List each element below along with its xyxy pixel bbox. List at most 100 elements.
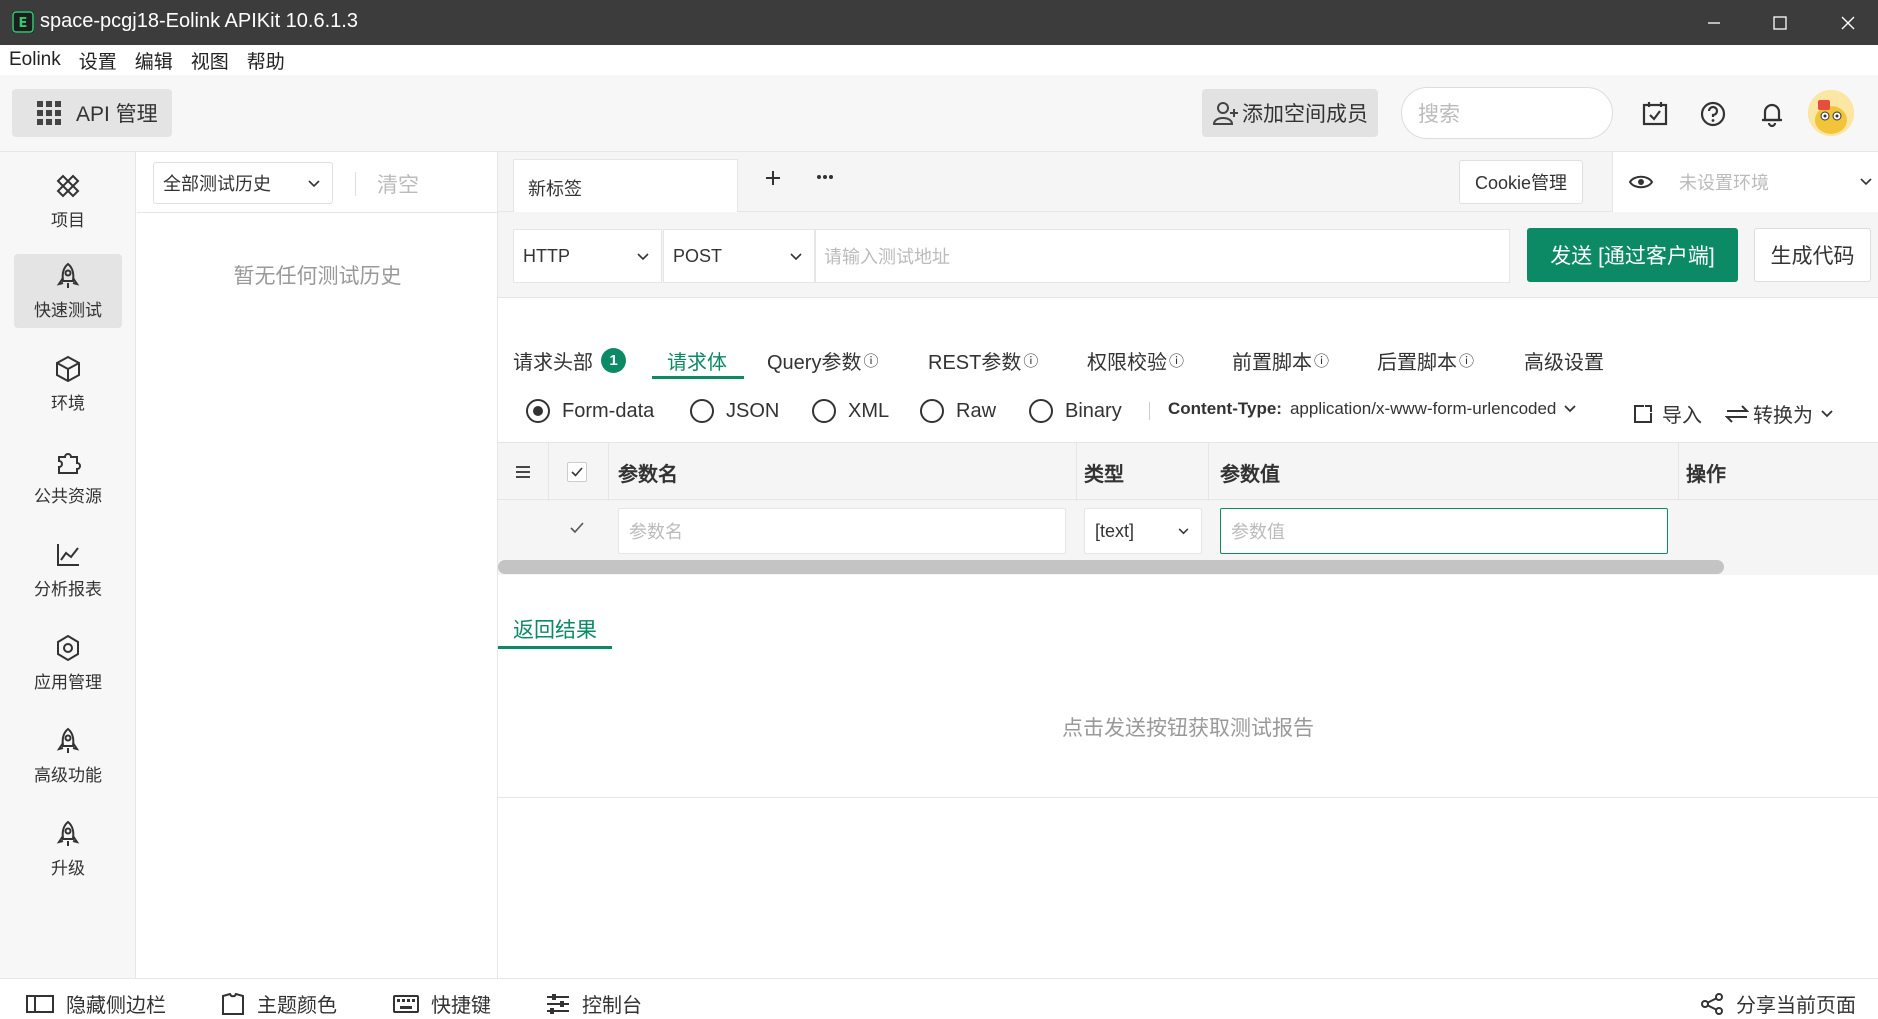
menu-settings[interactable]: 设置	[79, 47, 117, 74]
sidebar-item-label: 应用管理	[34, 673, 102, 692]
radio-xml[interactable]: XML	[812, 399, 889, 423]
history-filter-label: 全部测试历史	[163, 174, 271, 194]
menu-eolink[interactable]: Eolink	[9, 49, 61, 71]
radio-label: XML	[848, 399, 890, 422]
tab-request-body[interactable]: 请求体	[667, 346, 727, 375]
tab-label: Query参数	[767, 352, 862, 374]
content-type-select[interactable]: Content-Type: application/x-www-form-url…	[1168, 399, 1577, 419]
minimize-button[interactable]	[1684, 0, 1744, 45]
menu-help[interactable]: 帮助	[247, 47, 285, 74]
sidebar-item-app-management[interactable]: 应用管理	[14, 626, 122, 700]
tab-label: 请求头部	[513, 352, 593, 374]
sidebar-item-label: 快速测试	[34, 301, 102, 320]
theme-color-button[interactable]: 主题颜色	[221, 989, 337, 1018]
avatar[interactable]	[1808, 90, 1854, 136]
divider	[608, 443, 609, 501]
menu-icon	[516, 466, 530, 478]
shortcuts-button[interactable]: 快捷键	[393, 989, 491, 1018]
sidebar-item-project[interactable]: 项目	[14, 164, 122, 238]
url-input[interactable]: 请输入测试地址	[815, 229, 1510, 283]
divider	[1149, 402, 1150, 420]
menu-view[interactable]: 视图	[191, 47, 229, 74]
calendar-check-icon[interactable]	[1640, 99, 1670, 129]
method-select[interactable]: POST	[663, 229, 815, 283]
sidebar-item-quick-test[interactable]: 快速测试	[14, 254, 122, 328]
cookie-management-button[interactable]: Cookie管理	[1459, 160, 1583, 204]
active-tab-indicator	[652, 376, 744, 379]
history-filter-select[interactable]: 全部测试历史	[153, 162, 333, 204]
protocol-select[interactable]: HTTP	[513, 229, 662, 283]
check-icon	[571, 467, 583, 477]
sidebar-item-public-resources[interactable]: 公共资源	[14, 440, 122, 514]
tab-advanced-settings[interactable]: 高级设置	[1524, 346, 1604, 375]
tab-rest-params[interactable]: REST参数 ⓘ	[928, 346, 1038, 375]
tab-response-result[interactable]: 返回结果	[513, 614, 597, 644]
app-header: API 管理 添加空间成员 搜索	[0, 75, 1878, 152]
sidebar: 项目 快速测试 环境 公共资源 分析报表 应用管理 高级功能 升级	[0, 152, 136, 978]
search-input[interactable]: 搜索	[1401, 87, 1613, 139]
add-member-label: 添加空间成员	[1242, 103, 1368, 126]
checkbox	[567, 518, 587, 538]
param-name-input[interactable]: 参数名	[618, 508, 1066, 554]
sidebar-item-upgrade[interactable]: 升级	[14, 812, 122, 886]
console-button[interactable]: 控制台	[546, 989, 642, 1018]
params-table: 参数名 类型 参数值 操作 参数名 [text] 参数值	[498, 442, 1878, 575]
radio-binary[interactable]: Binary	[1029, 399, 1122, 423]
tab-label: 高级设置	[1524, 352, 1604, 374]
check-icon	[570, 522, 584, 534]
add-tab-button[interactable]	[764, 169, 782, 187]
radio-circle	[1029, 399, 1053, 423]
share-page-button[interactable]: 分享当前页面	[1700, 989, 1856, 1018]
row-menu-button[interactable]	[515, 443, 531, 501]
sidebar-item-advanced[interactable]: 高级功能	[14, 719, 122, 793]
send-button[interactable]: 发送 [通过客户端]	[1527, 228, 1738, 282]
row-checkbox[interactable]	[567, 518, 587, 538]
radio-form-data[interactable]: Form-data	[526, 399, 654, 423]
column-header: 参数值	[1220, 463, 1280, 486]
tab-auth[interactable]: 权限校验 ⓘ	[1087, 346, 1184, 375]
method-value: POST	[673, 245, 723, 266]
footer-label: 快捷键	[431, 995, 491, 1017]
close-button[interactable]	[1818, 0, 1878, 45]
tab-bar: 新标签 Cookie管理 未设置环境	[498, 152, 1878, 212]
horizontal-scrollbar[interactable]	[498, 560, 1724, 574]
radio-label: Form-data	[562, 399, 655, 422]
swap-icon	[1725, 404, 1749, 423]
convert-button[interactable]: 转换为	[1725, 399, 1833, 428]
bell-icon[interactable]	[1757, 99, 1787, 129]
radio-circle	[526, 399, 550, 423]
divider	[1208, 443, 1209, 501]
more-tabs-button[interactable]	[816, 174, 834, 180]
module-switcher-button[interactable]: API 管理	[12, 89, 172, 137]
gear-icon	[57, 634, 79, 662]
radio-json[interactable]: JSON	[690, 399, 779, 423]
select-all-checkbox[interactable]	[567, 443, 587, 501]
sidebar-item-environment[interactable]: 环境	[14, 347, 122, 421]
count-badge: 1	[601, 348, 626, 373]
chevron-down-icon	[1860, 178, 1872, 186]
help-icon[interactable]	[1698, 99, 1728, 129]
clear-history-button[interactable]: 清空	[377, 169, 419, 199]
generate-code-button[interactable]: 生成代码	[1754, 228, 1871, 282]
param-type-select[interactable]: [text]	[1084, 508, 1202, 554]
menu-edit[interactable]: 编辑	[135, 47, 173, 74]
convert-label: 转换为	[1753, 405, 1813, 427]
add-user-icon	[1212, 102, 1238, 125]
hide-sidebar-button[interactable]: 隐藏侧边栏	[26, 989, 166, 1018]
import-button[interactable]: 导入	[1632, 399, 1702, 428]
maximize-button[interactable]	[1750, 0, 1810, 45]
tab-new[interactable]: 新标签	[513, 159, 738, 212]
radio-raw[interactable]: Raw	[920, 399, 996, 423]
environment-select[interactable]: 未设置环境	[1612, 152, 1878, 212]
tab-query-params[interactable]: Query参数 ⓘ	[767, 346, 878, 375]
tab-post-script[interactable]: 后置脚本 ⓘ	[1377, 346, 1474, 375]
plus-icon	[766, 171, 780, 185]
tab-request-headers[interactable]: 请求头部 1	[513, 346, 626, 375]
chevron-down-icon	[637, 253, 649, 261]
sidebar-item-analytics[interactable]: 分析报表	[14, 533, 122, 607]
add-member-button[interactable]: 添加空间成员	[1202, 89, 1378, 137]
param-value-input[interactable]: 参数值	[1220, 508, 1668, 554]
environment-placeholder: 未设置环境	[1679, 173, 1769, 193]
divider	[1076, 443, 1077, 501]
tab-pre-script[interactable]: 前置脚本 ⓘ	[1232, 346, 1329, 375]
